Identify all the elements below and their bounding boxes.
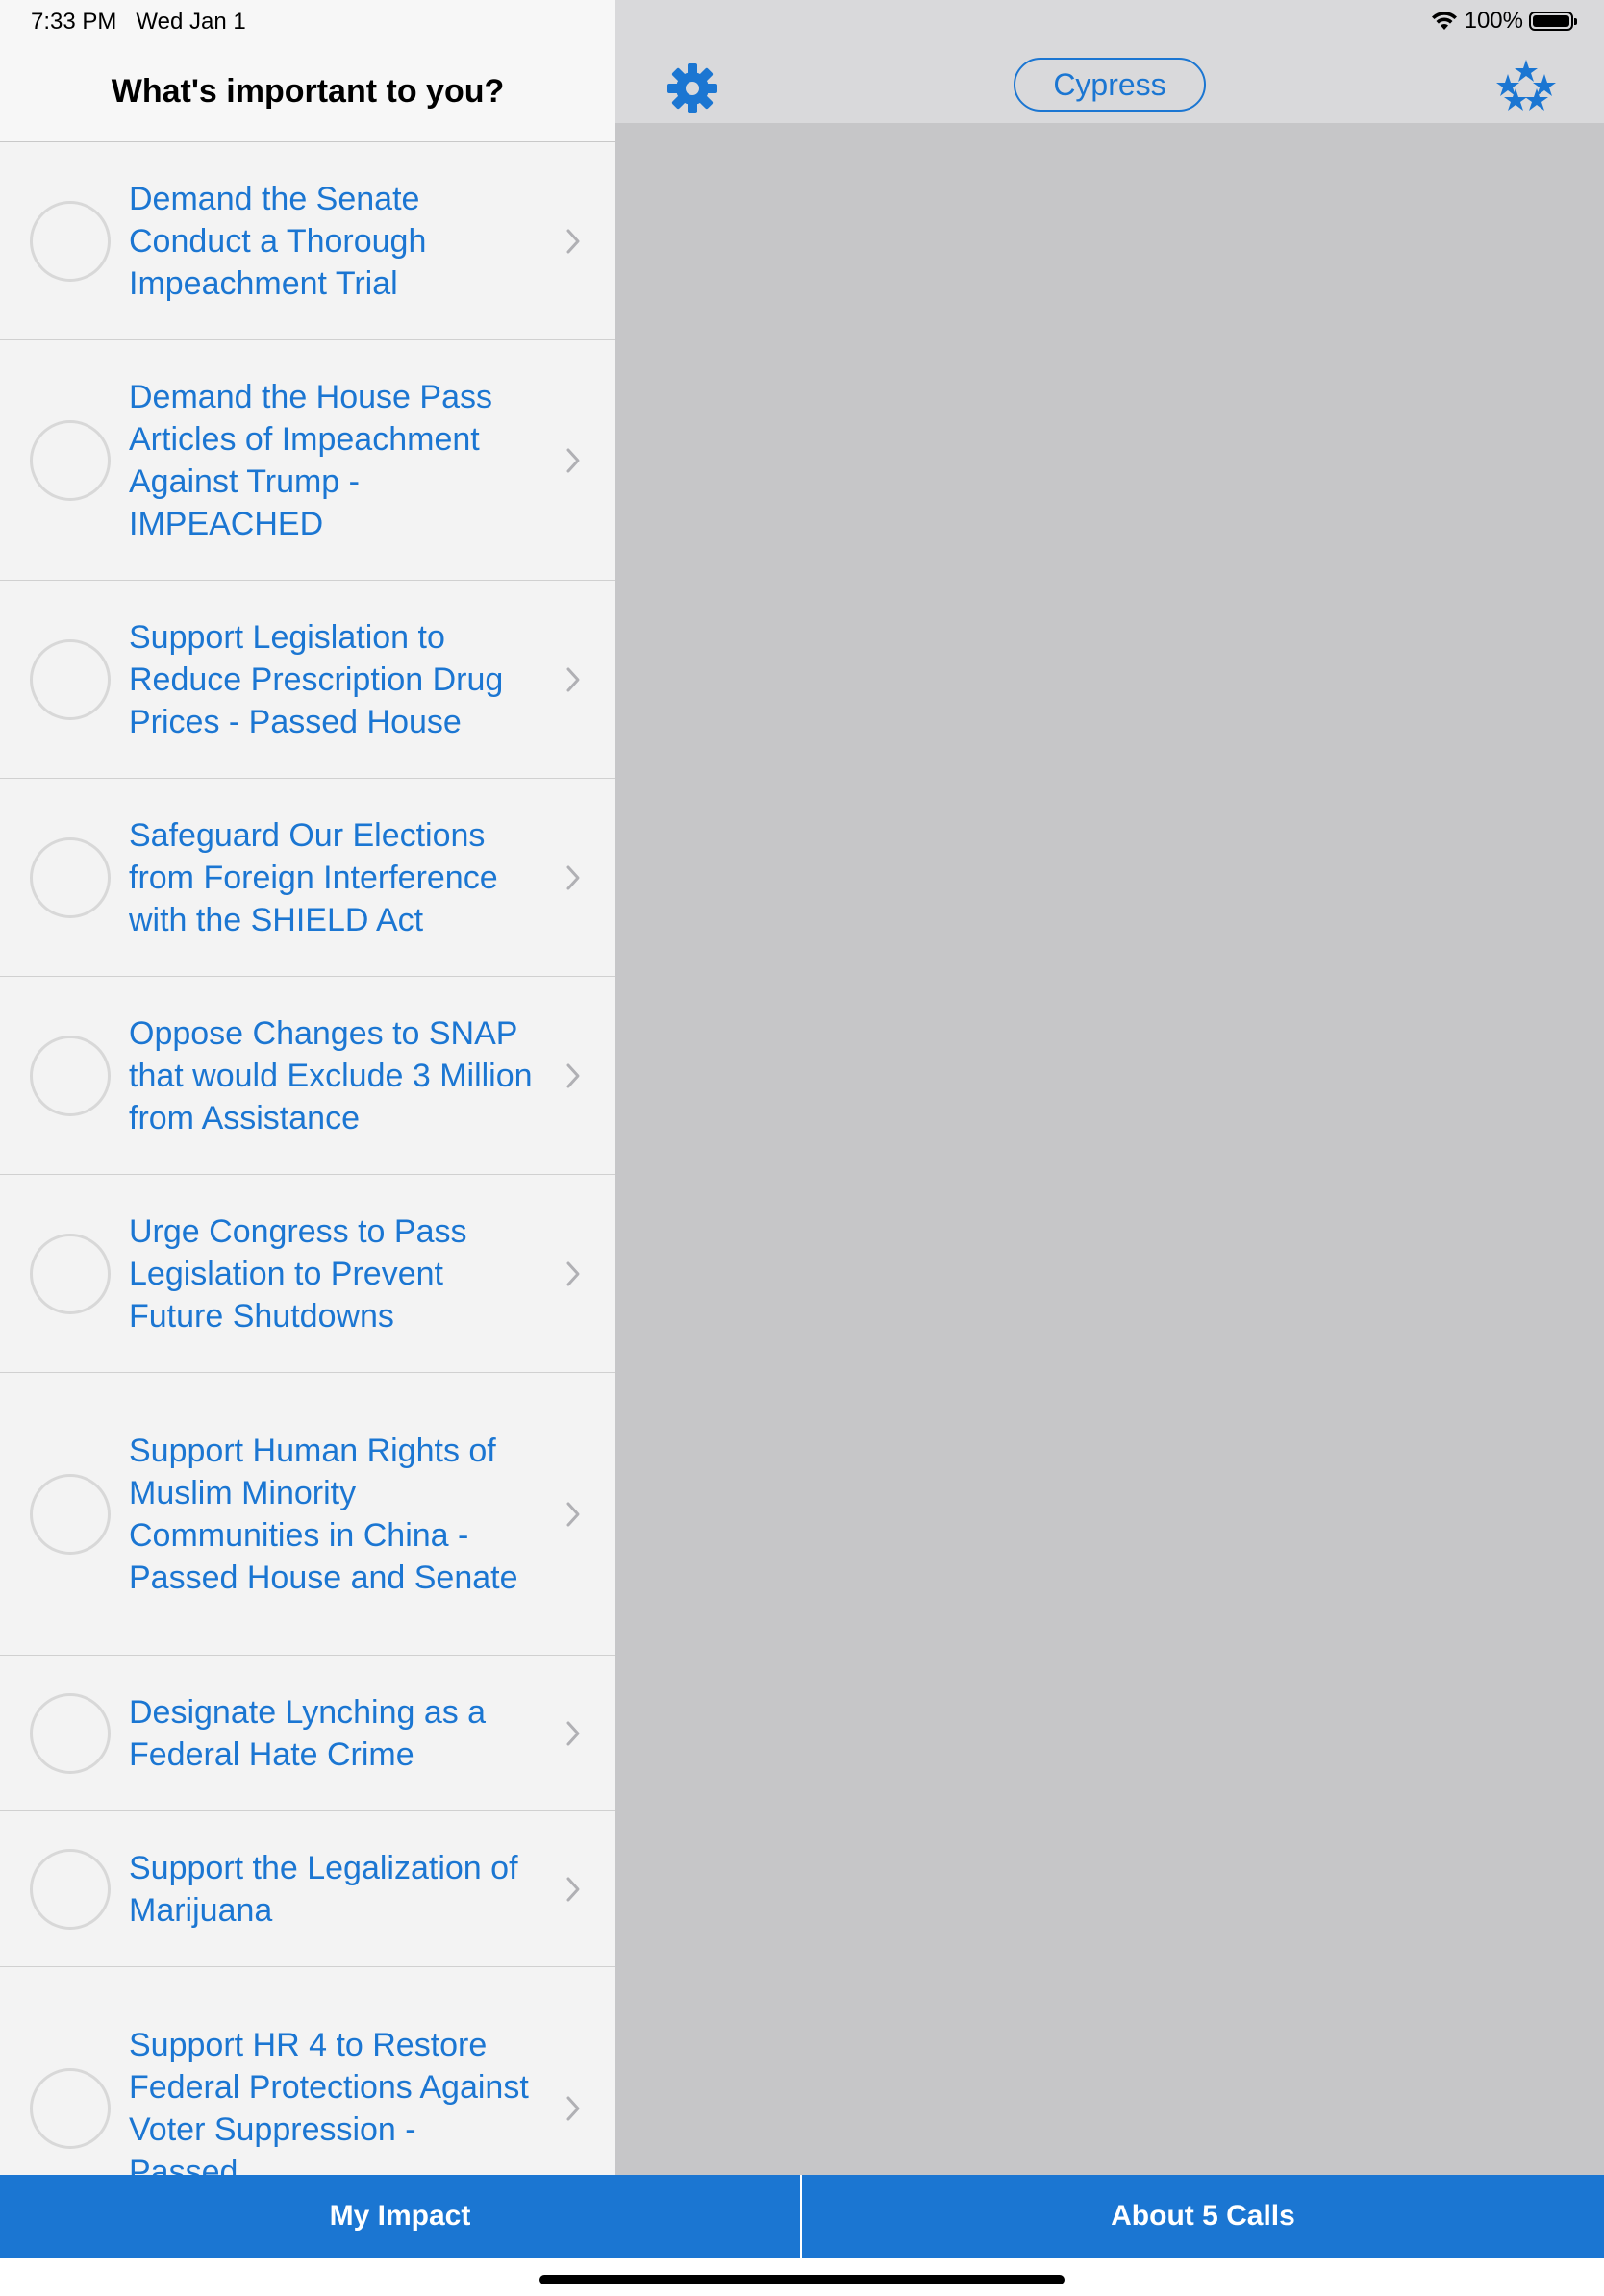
chevron-right-icon: [566, 1261, 580, 1285]
issue-status-circle: [30, 200, 111, 282]
chevron-right-icon: [566, 1721, 580, 1745]
stars-icon[interactable]: [1496, 58, 1556, 113]
issue-title: Safeguard Our Elections from Foreign Int…: [129, 816, 498, 938]
issue-row[interactable]: Support the Legalization of Marijuana: [0, 1811, 615, 1967]
issue-status-circle: [30, 1848, 111, 1930]
issue-title: Support Legislation to Reduce Prescripti…: [129, 618, 504, 740]
issue-status-circle: [30, 1035, 111, 1116]
issue-row[interactable]: Demand the House Pass Articles of Impeac…: [0, 340, 615, 581]
chevron-right-icon: [566, 667, 580, 691]
status-time: 7:33 PM: [31, 9, 117, 35]
issue-row[interactable]: Safeguard Our Elections from Foreign Int…: [0, 779, 615, 977]
issue-row[interactable]: Support Human Rights of Muslim Minority …: [0, 1373, 615, 1656]
issue-status-circle: [30, 1692, 111, 1774]
battery-percentage: 100%: [1464, 8, 1523, 34]
chevron-right-icon: [566, 229, 580, 253]
bottom-bar: My Impact About 5 Calls: [0, 2175, 1604, 2258]
issue-row[interactable]: Support Legislation to Reduce Prescripti…: [0, 581, 615, 779]
issue-status-circle: [30, 419, 111, 501]
location-button[interactable]: Cypress: [1014, 58, 1206, 112]
battery-icon: [1529, 12, 1577, 31]
issue-status-circle: [30, 1233, 111, 1314]
issue-row[interactable]: Demand the Senate Conduct a Thorough Imp…: [0, 142, 615, 340]
home-indicator-area: [0, 2258, 1604, 2296]
issue-status-circle: [30, 2067, 111, 2149]
issue-list: Demand the Senate Conduct a Thorough Imp…: [0, 142, 615, 2175]
chevron-right-icon: [566, 1502, 580, 1526]
gear-icon[interactable]: [664, 60, 721, 117]
status-time-date: 7:33 PM Wed Jan 1: [31, 9, 246, 36]
my-impact-button[interactable]: My Impact: [0, 2175, 802, 2258]
chevron-right-icon: [566, 1877, 580, 1901]
issue-title: Demand the Senate Conduct a Thorough Imp…: [129, 180, 427, 302]
issue-row[interactable]: Urge Congress to Pass Legislation to Pre…: [0, 1175, 615, 1373]
wifi-icon: [1431, 12, 1457, 30]
issue-title: Urge Congress to Pass Legislation to Pre…: [129, 1212, 467, 1335]
detail-content-area: [615, 123, 1604, 2175]
issue-title: Demand the House Pass Articles of Impeac…: [129, 378, 492, 542]
issue-status-circle: [30, 836, 111, 918]
issue-status-circle: [30, 1473, 111, 1555]
home-indicator[interactable]: [539, 2275, 1065, 2284]
status-date: Wed Jan 1: [136, 9, 246, 35]
chevron-right-icon: [566, 448, 580, 472]
issue-row[interactable]: Oppose Changes to SNAP that would Exclud…: [0, 977, 615, 1175]
status-indicators: 100%: [1430, 8, 1577, 35]
issue-title: Support HR 4 to Restore Federal Protecti…: [129, 2026, 529, 2176]
issue-title: Support the Legalization of Marijuana: [129, 1849, 518, 1929]
page-title: What's important to you?: [111, 73, 505, 110]
issue-row[interactable]: Designate Lynching as a Federal Hate Cri…: [0, 1656, 615, 1811]
chevron-right-icon: [566, 2096, 580, 2120]
about-button[interactable]: About 5 Calls: [802, 2175, 1604, 2258]
chevron-right-icon: [566, 1063, 580, 1087]
issue-title: Oppose Changes to SNAP that would Exclud…: [129, 1014, 533, 1136]
issue-row[interactable]: Support HR 4 to Restore Federal Protecti…: [0, 1967, 615, 2175]
issue-status-circle: [30, 638, 111, 720]
issues-panel: What's important to you? Demand the Sena…: [0, 0, 615, 2175]
issue-title: Designate Lynching as a Federal Hate Cri…: [129, 1693, 487, 1773]
issue-title: Support Human Rights of Muslim Minority …: [129, 1432, 518, 1596]
status-bar: 7:33 PM Wed Jan 1 100%: [0, 0, 1604, 46]
chevron-right-icon: [566, 865, 580, 889]
